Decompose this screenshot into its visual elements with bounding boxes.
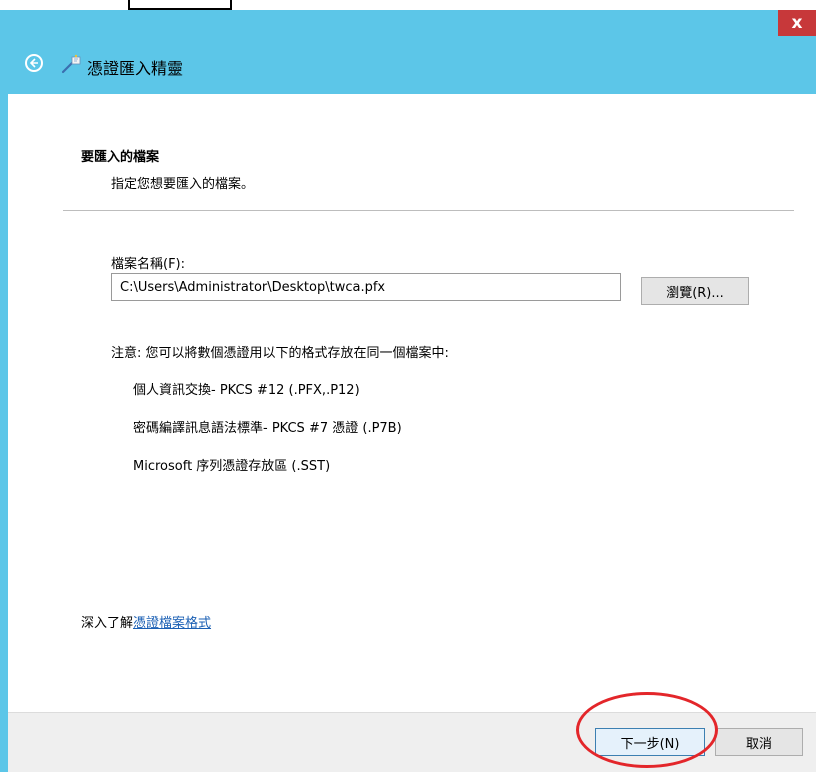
cancel-button[interactable]: 取消 bbox=[715, 728, 803, 756]
close-button[interactable]: x bbox=[778, 10, 816, 36]
top-annotation-box bbox=[128, 0, 232, 10]
certificate-wizard-icon bbox=[61, 54, 81, 74]
wizard-title: 憑證匯入精靈 bbox=[87, 59, 184, 78]
divider bbox=[63, 210, 794, 211]
format-item-sst: Microsoft 序列憑證存放區 (.SST) bbox=[133, 459, 331, 474]
section-subtitle: 指定您想要匯入的檔案。 bbox=[111, 177, 255, 192]
format-note: 注意: 您可以將數個憑證用以下的格式存放在同一個檔案中: bbox=[111, 346, 449, 361]
browse-button[interactable]: 瀏覽(R)... bbox=[641, 277, 749, 305]
file-name-label: 檔案名稱(F): bbox=[111, 257, 186, 272]
back-arrow-icon[interactable] bbox=[25, 54, 43, 72]
wizard-header: 憑證匯入精靈 bbox=[8, 36, 816, 94]
wizard-footer: 下一步(N) 取消 bbox=[8, 712, 816, 772]
format-item-p7b: 密碼編譯訊息語法標準- PKCS #7 憑證 (.P7B) bbox=[133, 421, 402, 436]
close-icon: x bbox=[791, 13, 803, 33]
file-name-input[interactable] bbox=[111, 273, 621, 301]
learn-more: 深入了解憑證檔案格式 bbox=[81, 612, 211, 631]
section-title: 要匯入的檔案 bbox=[81, 150, 160, 165]
next-button[interactable]: 下一步(N) bbox=[595, 728, 705, 756]
learn-more-prefix: 深入了解 bbox=[81, 616, 134, 631]
wizard-content: 要匯入的檔案 指定您想要匯入的檔案。 檔案名稱(F): 瀏覽(R)... 注意:… bbox=[8, 94, 816, 712]
learn-more-link[interactable]: 憑證檔案格式 bbox=[133, 616, 211, 631]
format-item-pfx: 個人資訊交換- PKCS #12 (.PFX,.P12) bbox=[133, 383, 360, 398]
